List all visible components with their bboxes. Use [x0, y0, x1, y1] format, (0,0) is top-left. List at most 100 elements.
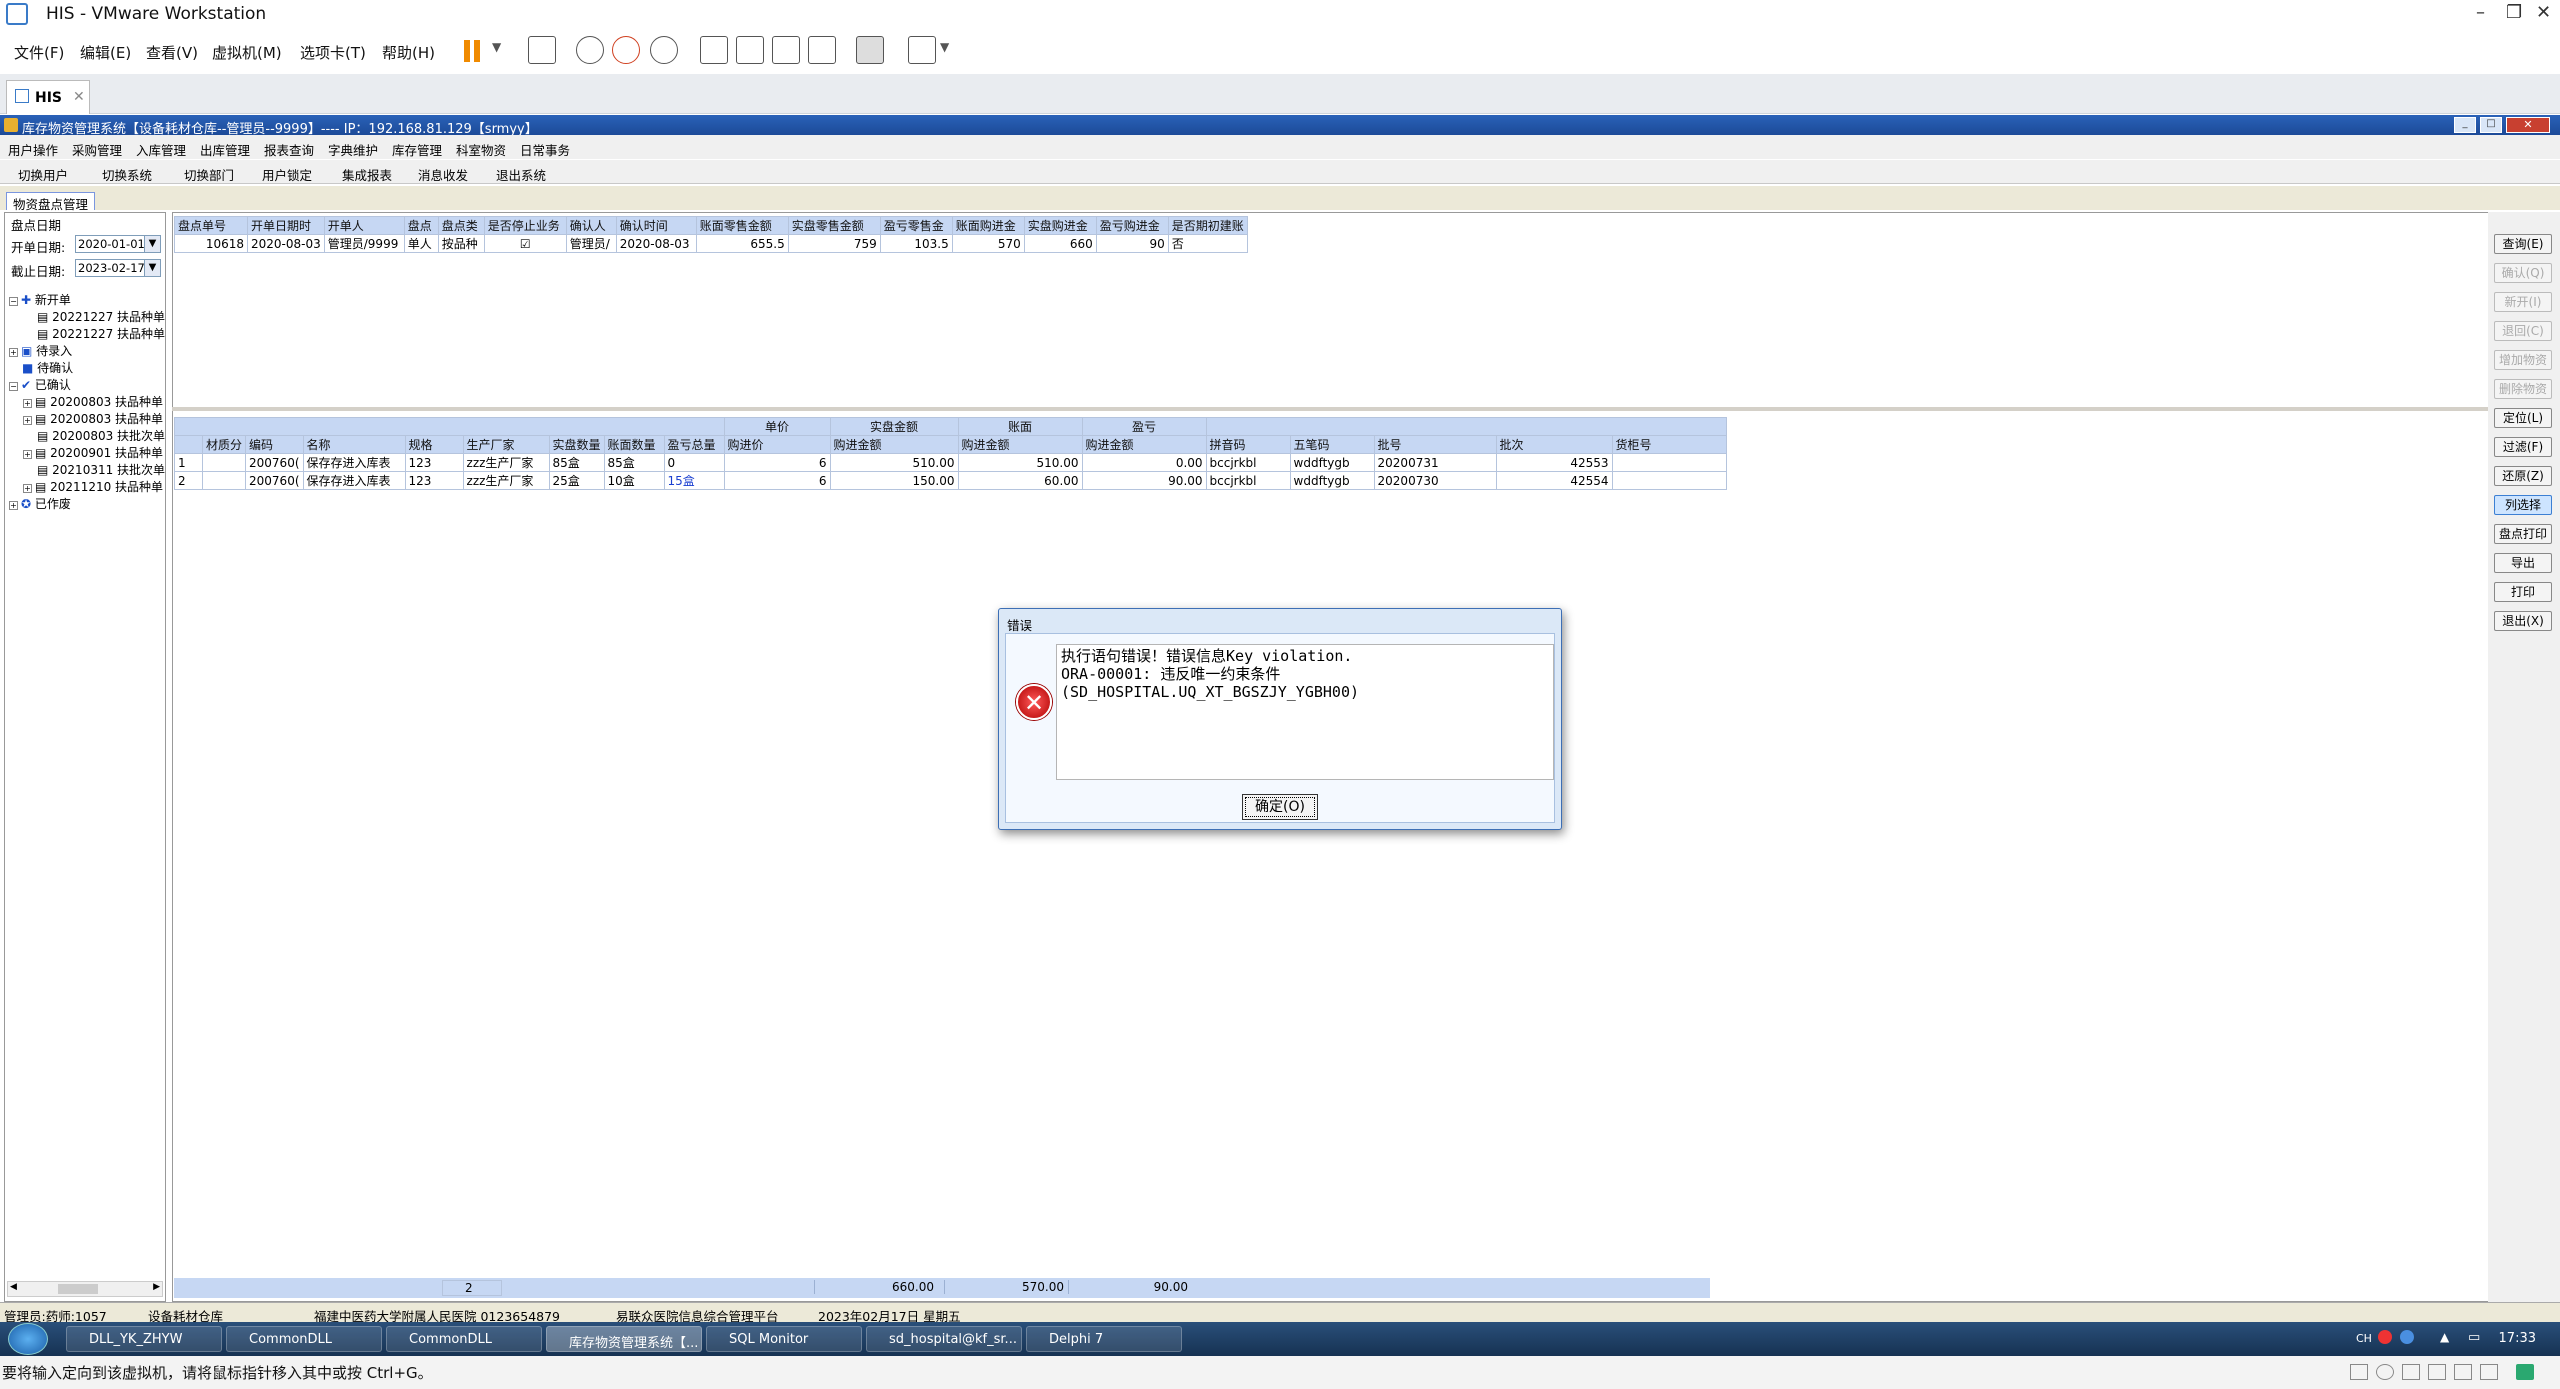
- cell[interactable]: 否: [1167, 234, 1248, 253]
- cell[interactable]: [201, 471, 247, 490]
- cell[interactable]: [1611, 471, 1727, 490]
- cell[interactable]: 655.5: [695, 234, 789, 253]
- add-item-button[interactable]: 增加物资: [2494, 350, 2552, 370]
- taskbar-item[interactable]: CommonDLL: [226, 1326, 382, 1352]
- print-check-button[interactable]: 盘点打印: [2494, 524, 2552, 544]
- taskbar-item-active[interactable]: 库存物资管理系统【...: [546, 1326, 702, 1352]
- restore-icon[interactable]: ❐: [2506, 2, 2522, 23]
- tree-item[interactable]: + ▤ 20200803 扶品种单: [9, 410, 163, 427]
- cell[interactable]: wddftygb: [1289, 453, 1375, 472]
- horizontal-scrollbar[interactable]: ◀ ▶: [7, 1281, 163, 1297]
- library-view-icon[interactable]: [700, 36, 728, 64]
- lock-user-button[interactable]: 用户锁定: [262, 165, 312, 184]
- cell[interactable]: 759: [787, 234, 881, 253]
- cell[interactable]: zzz生产厂家: [462, 453, 550, 472]
- cell[interactable]: 20200730: [1373, 471, 1497, 490]
- exit-button[interactable]: 退出(X): [2494, 611, 2552, 631]
- menu-tabs[interactable]: 选项卡(T): [300, 42, 366, 63]
- cell[interactable]: 200760(: [245, 453, 304, 472]
- cell[interactable]: 60.00: [957, 471, 1083, 490]
- switch-user-button[interactable]: 切换用户: [18, 165, 68, 184]
- col-header[interactable]: 购进金额: [1081, 435, 1207, 454]
- cell[interactable]: 单人: [403, 234, 439, 253]
- cell[interactable]: 2020-08-03: [615, 234, 697, 253]
- col-header[interactable]: 生产厂家: [462, 435, 550, 454]
- cell[interactable]: 20200731: [1373, 453, 1497, 472]
- fullscreen-icon[interactable]: [772, 36, 800, 64]
- col-header[interactable]: 五笔码: [1289, 435, 1375, 454]
- col-header[interactable]: 规格: [404, 435, 464, 454]
- cell[interactable]: 510.00: [957, 453, 1083, 472]
- col-header[interactable]: 是否停止业务: [483, 216, 567, 235]
- col-header[interactable]: 账面购进金: [951, 216, 1025, 235]
- table-row[interactable]: 10618 2020-08-03 管理员/9999 单人 按品种 ☑ 管理员/ …: [174, 234, 1248, 253]
- exit-system-button[interactable]: 退出系统: [496, 165, 546, 184]
- filter-button[interactable]: 过滤(F): [2494, 437, 2552, 457]
- table-row[interactable]: 2 200760( 保存存进入库表 123 zzz生产厂家 25盒 10盒 15…: [174, 471, 1727, 490]
- col-header[interactable]: 盘点: [403, 216, 439, 235]
- col-header[interactable]: 盈亏总量: [663, 435, 725, 454]
- cell[interactable]: 85盒: [603, 453, 665, 472]
- cell[interactable]: wddftygb: [1289, 471, 1375, 490]
- scroll-thumb[interactable]: [58, 1284, 98, 1294]
- col-header[interactable]: 拼音码: [1205, 435, 1291, 454]
- tray-clock[interactable]: 17:33: [2499, 1331, 2536, 1346]
- cell[interactable]: 0: [663, 453, 725, 472]
- table-row[interactable]: 1 200760( 保存存进入库表 123 zzz生产厂家 85盒 85盒 0 …: [174, 453, 1727, 472]
- new-order-button[interactable]: 新开(I): [2494, 292, 2552, 312]
- end-date-field[interactable]: 2023-02-17 ▼: [75, 259, 161, 277]
- chevron-down-icon[interactable]: ▼: [144, 260, 160, 276]
- snapshot-manager-icon[interactable]: [650, 36, 678, 64]
- unity-icon[interactable]: [808, 36, 836, 64]
- menu-vm[interactable]: 虚拟机(M): [212, 42, 282, 63]
- app-menu-inbound[interactable]: 入库管理: [136, 140, 186, 159]
- col-header[interactable]: 货柜号: [1611, 435, 1727, 454]
- menu-file[interactable]: 文件(F): [14, 42, 64, 63]
- col-header[interactable]: 开单日期时: [247, 216, 325, 235]
- tree-item[interactable]: ▤ 20221227 扶品种单: [9, 308, 165, 325]
- device-printer-icon[interactable]: [2428, 1364, 2446, 1380]
- col-header[interactable]: 实盘数量: [548, 435, 605, 454]
- cell[interactable]: 6: [723, 453, 831, 472]
- start-date-field[interactable]: 2020-01-01 ▼: [75, 235, 161, 253]
- col-header[interactable]: 购进价: [723, 435, 831, 454]
- cell[interactable]: 15盒: [663, 471, 725, 490]
- cell[interactable]: zzz生产厂家: [462, 471, 550, 490]
- app-close-icon[interactable]: ✕: [2506, 117, 2550, 133]
- return-button[interactable]: 退回(C): [2494, 321, 2552, 341]
- taskbar-item[interactable]: DLL_YK_ZHYW: [66, 1326, 222, 1352]
- snapshot-icon[interactable]: [576, 36, 604, 64]
- restore-button[interactable]: 还原(Z): [2494, 466, 2552, 486]
- cell[interactable]: bccjrkbl: [1205, 471, 1291, 490]
- close-icon[interactable]: ✕: [2536, 2, 2551, 23]
- menu-edit[interactable]: 编辑(E): [80, 42, 131, 63]
- col-header[interactable]: 盘点单号: [174, 216, 248, 235]
- app-menu-purchase[interactable]: 采购管理: [72, 140, 122, 159]
- col-header[interactable]: 账面零售金额: [695, 216, 789, 235]
- minimize-icon[interactable]: –: [2476, 2, 2485, 23]
- tray-language[interactable]: CH: [2356, 1332, 2372, 1345]
- col-header[interactable]: 账面数量: [603, 435, 665, 454]
- splitter[interactable]: [172, 407, 2490, 411]
- cell[interactable]: 2: [174, 471, 203, 490]
- col-header[interactable]: 实盘零售金额: [787, 216, 881, 235]
- tree-item[interactable]: + ▤ 20200901 扶品种单: [9, 444, 163, 461]
- cell[interactable]: 103.5: [879, 234, 953, 253]
- switch-system-button[interactable]: 切换系统: [102, 165, 152, 184]
- chevron-down-icon[interactable]: ▼: [492, 40, 501, 54]
- device-cd-icon[interactable]: [2376, 1364, 2394, 1380]
- taskbar-item[interactable]: CommonDLL: [386, 1326, 542, 1352]
- col-header[interactable]: 实盘购进金: [1023, 216, 1097, 235]
- chevron-right-icon[interactable]: ▶: [153, 1282, 160, 1292]
- tree-node-confirmed[interactable]: − ✔ 已确认: [9, 376, 163, 393]
- app-menu-dept-supplies[interactable]: 科室物资: [456, 140, 506, 159]
- cell[interactable]: 90: [1095, 234, 1169, 253]
- app-menu-reports[interactable]: 报表查询: [264, 140, 314, 159]
- tree-node-pending-entry[interactable]: + ▣ 待录入: [9, 342, 163, 359]
- tree-item[interactable]: ▤ 20221227 扶品种单: [9, 325, 165, 342]
- menu-view[interactable]: 查看(V): [146, 42, 198, 63]
- cell[interactable]: 管理员/9999: [323, 234, 405, 253]
- col-header[interactable]: 购进金额: [957, 435, 1083, 454]
- network-icon[interactable]: ▭: [2468, 1330, 2480, 1345]
- print-button[interactable]: 打印: [2494, 582, 2552, 602]
